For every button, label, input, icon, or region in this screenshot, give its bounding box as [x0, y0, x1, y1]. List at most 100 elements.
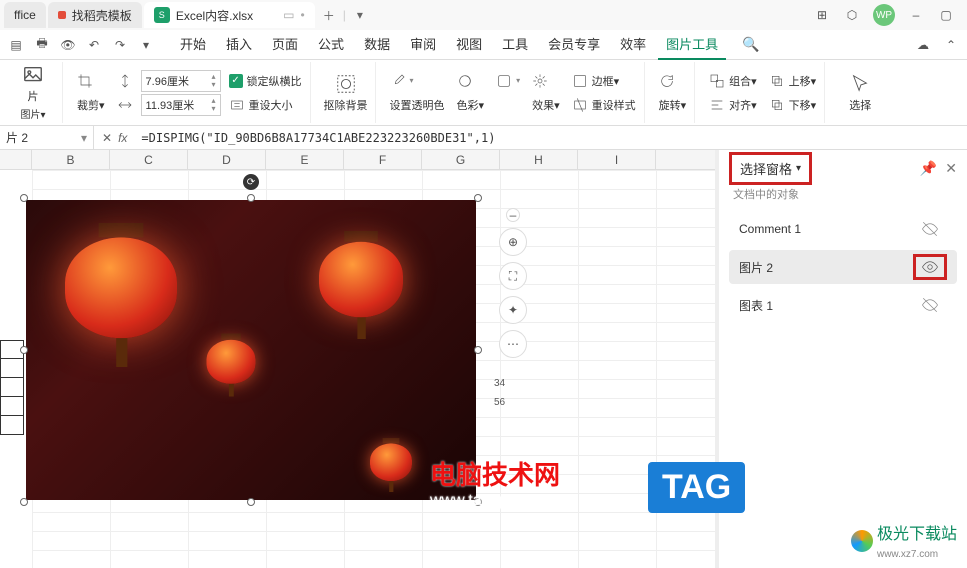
zoom-in-icon[interactable]: ⊕ [499, 228, 527, 256]
select-all-corner[interactable] [0, 150, 32, 169]
merged-cell[interactable] [0, 359, 24, 378]
merged-cell[interactable] [0, 378, 24, 397]
tab-list-button[interactable]: ▾ [348, 3, 372, 27]
close-pane-icon[interactable]: ✕ [945, 160, 957, 177]
rotate-handle[interactable]: ⟳ [243, 174, 259, 190]
collapse-fab-icon[interactable]: – [506, 208, 520, 222]
reset-size-button[interactable]: 重设大小 [225, 94, 306, 116]
col-header[interactable]: H [500, 150, 578, 169]
resize-handle-n[interactable] [247, 194, 255, 202]
qat-print-icon[interactable]: 🖶 [32, 35, 52, 55]
visibility-toggle[interactable] [913, 216, 947, 242]
menu-picture-tools[interactable]: 图片工具 [658, 29, 726, 60]
resize-handle-ne[interactable] [474, 194, 482, 202]
set-transparent-button[interactable]: ▾ [386, 70, 449, 92]
group-button[interactable]: 组合▾ [705, 70, 761, 92]
picture-sublabel: 图片▾ [20, 106, 45, 121]
qat-preview-icon[interactable]: 👁 [58, 35, 78, 55]
crop-fab-icon[interactable]: ⛶ [499, 262, 527, 290]
visibility-toggle[interactable] [913, 254, 947, 280]
height-value: 7.96厘米 [146, 73, 189, 89]
move-up-button[interactable]: 上移▾ [765, 70, 821, 92]
qat-dropdown-icon[interactable]: ▾ [136, 35, 156, 55]
align-icon [709, 97, 725, 113]
reset-style-button[interactable]: 重设样式 [568, 94, 640, 116]
menu-member[interactable]: 会员专享 [540, 29, 608, 60]
cloud-icon[interactable]: ☁ [913, 35, 933, 55]
col-header[interactable]: F [344, 150, 422, 169]
resize-handle-sw[interactable] [20, 498, 28, 506]
select-button[interactable]: 选择 [835, 73, 885, 113]
width-input[interactable]: 11.93厘米▴▾ [141, 94, 221, 116]
preset-button[interactable]: ▾ [492, 70, 524, 92]
col-header[interactable]: D [188, 150, 266, 169]
merged-cell[interactable] [0, 397, 24, 416]
tab-office[interactable]: ffice [4, 2, 46, 28]
col-header[interactable]: G [422, 150, 500, 169]
tab-readmode-icon[interactable]: ▭ [283, 8, 294, 22]
spreadsheet-area[interactable]: B C D E F G H I 34 56 ⟳ [0, 150, 719, 568]
move-down-button[interactable]: 下移▾ [765, 94, 821, 116]
lock-ratio-check[interactable]: ✓锁定纵横比 [225, 70, 306, 92]
inserted-image[interactable]: ⟳ [26, 200, 476, 500]
menu-efficiency[interactable]: 效率 [612, 29, 654, 60]
cancel-formula-icon[interactable]: ✕ [102, 131, 112, 145]
selection-item-comment[interactable]: Comment 1 [729, 212, 957, 246]
resize-handle-e[interactable] [474, 346, 482, 354]
effect-button[interactable] [528, 70, 564, 92]
collapse-ribbon-icon[interactable]: ⌃ [941, 35, 961, 55]
width-row [113, 94, 137, 116]
menu-insert[interactable]: 插入 [218, 29, 260, 60]
col-header[interactable]: C [110, 150, 188, 169]
menu-review[interactable]: 审阅 [402, 29, 444, 60]
user-avatar[interactable]: WP [873, 4, 895, 26]
watermark-tagxp-title: 电脑技术网 [430, 460, 560, 490]
minimize-button[interactable]: – [907, 6, 925, 24]
tab-dropdown-icon[interactable]: • [301, 8, 305, 22]
align-button[interactable]: 对齐▾ [705, 94, 761, 116]
menu-start[interactable]: 开始 [172, 29, 214, 60]
maximize-button[interactable]: ▢ [937, 6, 955, 24]
tab-template[interactable]: 找稻壳模板 [48, 2, 142, 28]
selection-pane-title[interactable]: 选择窗格 ▾ [729, 152, 812, 185]
col-header[interactable]: I [578, 150, 656, 169]
col-header[interactable]: E [266, 150, 344, 169]
height-input[interactable]: 7.96厘米▴▾ [141, 70, 221, 92]
fx-icon[interactable]: fx [118, 131, 127, 145]
selection-item-chart[interactable]: 图表 1 [729, 288, 957, 322]
name-box[interactable]: 片 2 ▾ [0, 126, 94, 149]
qat-save-icon[interactable]: ▤ [6, 35, 26, 55]
menu-view[interactable]: 视图 [448, 29, 490, 60]
move-down-label: 下移▾ [789, 97, 817, 113]
picture-button[interactable]: 片 图片▾ [8, 64, 58, 121]
remove-bg-button[interactable]: 抠除背景 [321, 73, 371, 113]
rotate-button[interactable] [655, 70, 691, 92]
tab-add-button[interactable]: ＋ [317, 3, 341, 27]
selection-item-image[interactable]: 图片 2 [729, 250, 957, 284]
border-button[interactable]: 边框▾ [568, 70, 640, 92]
resize-handle-w[interactable] [20, 346, 28, 354]
cube-icon[interactable]: ⬡ [843, 6, 861, 24]
menu-page[interactable]: 页面 [264, 29, 306, 60]
ribbon-search[interactable]: 🔍 [742, 36, 759, 53]
color-button[interactable] [453, 70, 489, 92]
magic-fab-icon[interactable]: ✦ [499, 296, 527, 324]
crop-rect-button[interactable] [73, 70, 109, 92]
qat-redo-icon[interactable]: ↷ [110, 35, 130, 55]
resize-handle-s[interactable] [247, 498, 255, 506]
resize-handle-nw[interactable] [20, 194, 28, 202]
visibility-toggle[interactable] [913, 292, 947, 318]
menu-data[interactable]: 数据 [356, 29, 398, 60]
tab-document[interactable]: S Excel内容.xlsx ▭ • [144, 2, 315, 28]
merged-cell[interactable] [0, 416, 24, 435]
menu-tools[interactable]: 工具 [494, 29, 536, 60]
crop-button[interactable]: 裁剪▾ [73, 94, 109, 116]
qat-undo-icon[interactable]: ↶ [84, 35, 104, 55]
col-header[interactable]: B [32, 150, 110, 169]
pin-icon[interactable]: 📌 [920, 160, 937, 177]
formula-input[interactable] [135, 131, 967, 145]
layout-icon[interactable]: ⊞ [813, 6, 831, 24]
lock-ratio-label: 锁定纵横比 [247, 73, 302, 89]
menu-formula[interactable]: 公式 [310, 29, 352, 60]
more-fab-icon[interactable]: ⋯ [499, 330, 527, 358]
